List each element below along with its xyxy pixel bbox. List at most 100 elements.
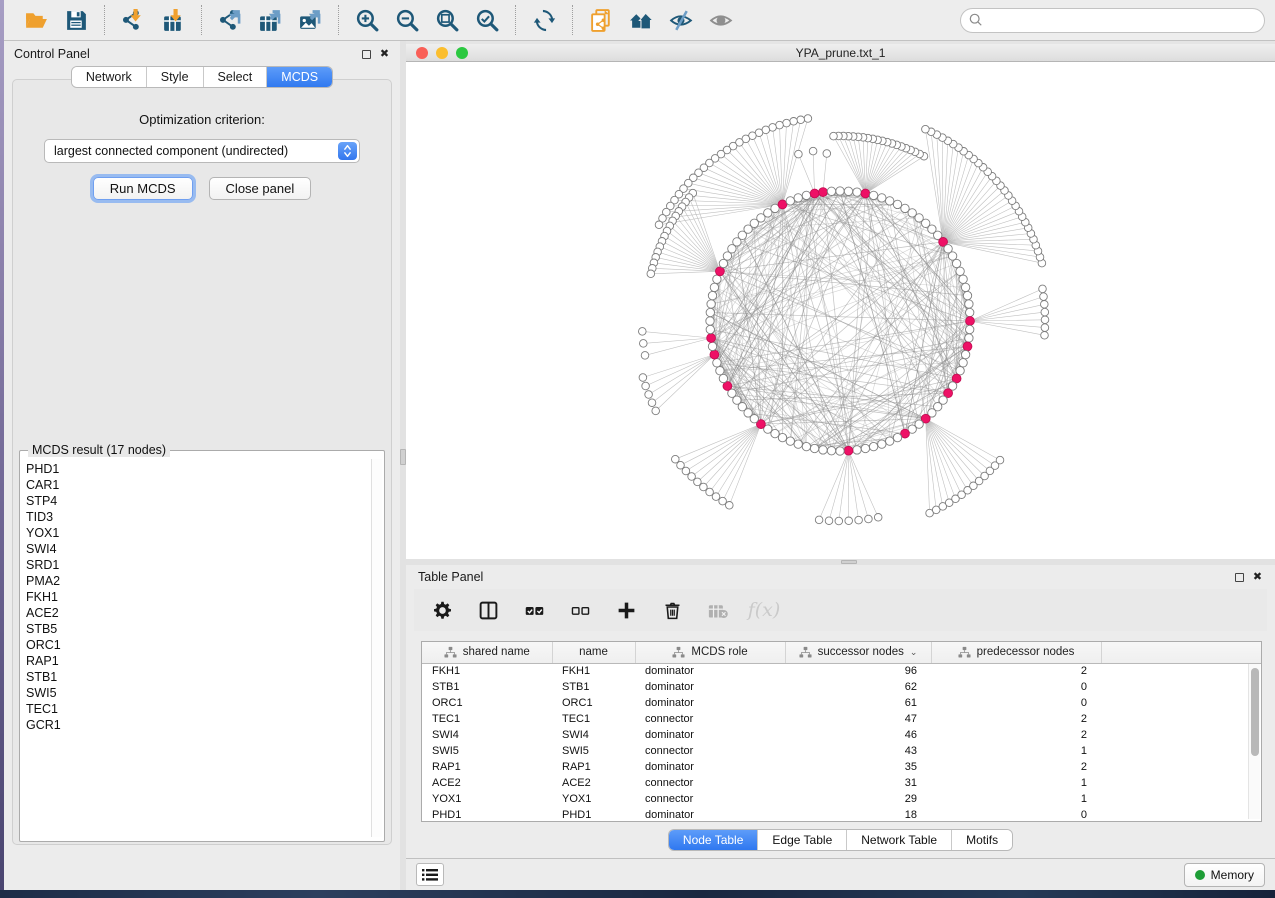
tab-network-table[interactable]: Network Table	[847, 830, 952, 850]
float-table-panel-icon[interactable]	[1235, 573, 1244, 582]
memory-button[interactable]: Memory	[1184, 863, 1265, 887]
export-image-icon[interactable]	[296, 6, 324, 34]
mcds-result-list[interactable]: PHD1CAR1STP4TID3YOX1SWI4SRD1PMA2FKH1ACE2…	[24, 461, 370, 837]
export-network-icon[interactable]	[216, 6, 244, 34]
table-cell: 46	[785, 727, 931, 743]
table-row[interactable]: STB1STB1dominator620	[422, 679, 1261, 695]
table-panel: Table Panel ✖ f(x) shared namenameMCDS r…	[406, 565, 1275, 858]
mcds-result-item[interactable]: STP4	[24, 493, 370, 509]
table-row[interactable]: ACE2ACE2connector311	[422, 775, 1261, 791]
mcds-result-item[interactable]: STB1	[24, 669, 370, 685]
tab-motifs[interactable]: Motifs	[952, 830, 1012, 850]
tab-edge-table[interactable]: Edge Table	[758, 830, 847, 850]
column-header-MCDS-role[interactable]: MCDS role	[635, 642, 785, 663]
table-cell: 43	[785, 743, 931, 759]
run-mcds-button[interactable]: Run MCDS	[93, 177, 193, 200]
table-row[interactable]: YOX1YOX1connector291	[422, 791, 1261, 807]
table-row[interactable]: ORC1ORC1dominator610	[422, 695, 1261, 711]
column-layout-icon[interactable]	[476, 598, 500, 622]
table-cell: SWI5	[552, 743, 635, 759]
table-row[interactable]: TEC1TEC1connector472	[422, 711, 1261, 727]
table-scrollbar-thumb[interactable]	[1251, 668, 1259, 756]
zoom-fit-icon[interactable]	[433, 6, 461, 34]
maximize-window-icon[interactable]	[456, 47, 468, 59]
float-panel-icon[interactable]	[362, 50, 371, 59]
node-table: shared namenameMCDS rolesuccessor nodes⌄…	[422, 642, 1261, 822]
mcds-result-item[interactable]: SWI5	[24, 685, 370, 701]
table-cell: 47	[785, 711, 931, 727]
zoom-selected-icon[interactable]	[473, 6, 501, 34]
hide-panel-icon[interactable]	[667, 6, 695, 34]
table-cell: 31	[785, 775, 931, 791]
mcds-result-item[interactable]: SWI4	[24, 541, 370, 557]
table-row[interactable]: PHD1PHD1dominator180	[422, 807, 1261, 822]
add-column-icon[interactable]	[614, 598, 638, 622]
mcds-result-item[interactable]: STB5	[24, 621, 370, 637]
mcds-result-item[interactable]: RAP1	[24, 653, 370, 669]
tab-style[interactable]: Style	[147, 67, 204, 87]
control-panel-tabs: NetworkStyleSelectMCDS	[4, 67, 400, 87]
node-table-wrap: shared namenameMCDS rolesuccessor nodes⌄…	[421, 641, 1262, 822]
mcds-list-scrollbar[interactable]	[371, 459, 382, 837]
table-cell: PHD1	[422, 807, 552, 822]
toolbar-separator	[338, 5, 339, 35]
deselect-all-icon[interactable]	[568, 598, 592, 622]
mcds-result-item[interactable]: YOX1	[24, 525, 370, 541]
close-panel-icon[interactable]: ✖	[379, 49, 390, 60]
table-row[interactable]: SWI4SWI4dominator462	[422, 727, 1261, 743]
mcds-result-item[interactable]: PHD1	[24, 461, 370, 477]
network-canvas[interactable]	[406, 62, 1275, 559]
import-table-icon[interactable]	[159, 6, 187, 34]
show-panel-icon[interactable]	[707, 6, 735, 34]
delete-column-icon[interactable]	[660, 598, 684, 622]
tab-mcds[interactable]: MCDS	[267, 67, 332, 87]
table-scrollbar[interactable]	[1248, 664, 1260, 819]
mcds-result-item[interactable]: TID3	[24, 509, 370, 525]
mcds-result-item[interactable]: GCR1	[24, 717, 370, 733]
toolbar-separator	[201, 5, 202, 35]
close-table-panel-icon[interactable]: ✖	[1252, 572, 1263, 583]
tab-network[interactable]: Network	[72, 67, 147, 87]
mcds-result-item[interactable]: CAR1	[24, 477, 370, 493]
task-history-button[interactable]	[416, 863, 444, 886]
horizontal-splitter-handle[interactable]	[841, 560, 857, 564]
mcds-result-item[interactable]: SRD1	[24, 557, 370, 573]
table-cell: 1	[931, 791, 1101, 807]
table-cell: ACE2	[422, 775, 552, 791]
save-icon[interactable]	[62, 6, 90, 34]
close-window-icon[interactable]	[416, 47, 428, 59]
table-cell: ORC1	[552, 695, 635, 711]
table-cell: STB1	[422, 679, 552, 695]
tab-node-table[interactable]: Node Table	[669, 830, 759, 850]
select-all-icon[interactable]	[522, 598, 546, 622]
zoom-in-icon[interactable]	[353, 6, 381, 34]
table-cell: RAP1	[422, 759, 552, 775]
mcds-result-item[interactable]: ACE2	[24, 605, 370, 621]
table-row[interactable]: SWI5SWI5connector431	[422, 743, 1261, 759]
close-panel-button[interactable]: Close panel	[209, 177, 312, 200]
zoom-out-icon[interactable]	[393, 6, 421, 34]
table-row[interactable]: FKH1FKH1dominator962	[422, 663, 1261, 679]
refresh-icon[interactable]	[530, 6, 558, 34]
criterion-dropdown[interactable]: largest connected component (undirected)	[44, 139, 360, 163]
search-input[interactable]	[960, 8, 1265, 33]
export-table-icon[interactable]	[256, 6, 284, 34]
open-folder-icon[interactable]	[22, 6, 50, 34]
column-header-shared-name[interactable]: shared name	[422, 642, 552, 663]
table-cell: RAP1	[552, 759, 635, 775]
network-window-title: YPA_prune.txt_1	[406, 46, 1275, 60]
home-icon[interactable]	[627, 6, 655, 34]
column-header-predecessor-nodes[interactable]: predecessor nodes	[931, 642, 1101, 663]
mcds-result-item[interactable]: FKH1	[24, 589, 370, 605]
mcds-result-item[interactable]: ORC1	[24, 637, 370, 653]
mcds-result-item[interactable]: PMA2	[24, 573, 370, 589]
mcds-result-item[interactable]: TEC1	[24, 701, 370, 717]
column-header-name[interactable]: name	[552, 642, 635, 663]
column-header-successor-nodes[interactable]: successor nodes⌄	[785, 642, 931, 663]
settings-gear-icon[interactable]	[430, 598, 454, 622]
table-row[interactable]: RAP1RAP1dominator352	[422, 759, 1261, 775]
tab-select[interactable]: Select	[204, 67, 268, 87]
clone-network-icon[interactable]	[587, 6, 615, 34]
import-network-icon[interactable]	[119, 6, 147, 34]
minimize-window-icon[interactable]	[436, 47, 448, 59]
